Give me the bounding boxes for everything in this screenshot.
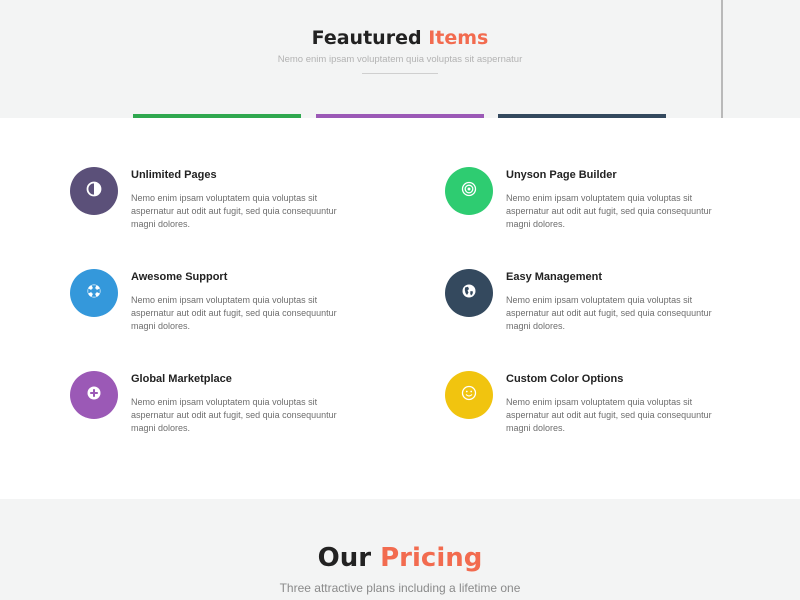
feature-custom-color-options: Custom Color Options Nemo enim ipsam vol… [445,371,745,451]
feature-icon-circle [445,371,493,419]
feature-title: Unlimited Pages [131,169,217,181]
target-icon [461,181,477,202]
feature-icon-circle [445,269,493,317]
pricing-subtitle: Three attractive plans including a lifet… [279,581,521,595]
feature-title: Global Marketplace [131,373,232,385]
feature-description: Nemo enim ipsam voluptatem quia voluptas… [506,295,712,331]
featured-title: Feautured Items [0,27,800,49]
pricing-title-accent: Pricing [380,543,483,573]
feature-icon-circle [70,269,118,317]
featured-section: Feautured Items Nemo enim ipsam voluptat… [0,0,800,118]
feature-description: Nemo enim ipsam voluptatem quia voluptas… [131,295,337,331]
pricing-title-main: Our [317,543,372,573]
accent-bar-green [133,114,301,118]
pricing-title: Our Pricing [0,543,800,573]
feature-icon-circle [70,167,118,215]
feature-icon-circle [70,371,118,419]
feature-title: Custom Color Options [506,373,624,385]
smile-icon [461,385,477,406]
featured-title-accent: Items [428,27,489,49]
lifebuoy-icon [86,283,102,304]
feature-title: Awesome Support [131,271,228,283]
feature-global-marketplace: Global Marketplace Nemo enim ipsam volup… [70,371,370,451]
feature-awesome-support: Awesome Support Nemo enim ipsam voluptat… [70,269,370,349]
pricing-section: Our Pricing Three attractive plans inclu… [0,499,800,600]
title-underline [362,73,438,74]
accent-bar-purple [316,114,484,118]
contrast-icon [86,181,102,202]
feature-easy-management: Easy Management Nemo enim ipsam voluptat… [445,269,745,349]
feature-description: Nemo enim ipsam voluptatem quia voluptas… [131,397,337,433]
accent-bar-navy [498,114,666,118]
feature-description: Nemo enim ipsam voluptatem quia voluptas… [506,193,712,229]
feature-title: Unyson Page Builder [506,169,617,181]
globe-icon [461,283,477,304]
featured-title-main: Feautured [311,27,422,49]
feature-icon-circle [445,167,493,215]
feature-unyson-page-builder: Unyson Page Builder Nemo enim ipsam volu… [445,167,745,247]
feature-description: Nemo enim ipsam voluptatem quia voluptas… [506,397,712,433]
feature-unlimited-pages: Unlimited Pages Nemo enim ipsam voluptat… [70,167,370,247]
featured-subtitle: Nemo enim ipsam voluptatem quia voluptas… [277,54,523,65]
feature-title: Easy Management [506,271,602,283]
feature-description: Nemo enim ipsam voluptatem quia voluptas… [131,193,337,229]
plus-circle-icon [86,385,102,406]
